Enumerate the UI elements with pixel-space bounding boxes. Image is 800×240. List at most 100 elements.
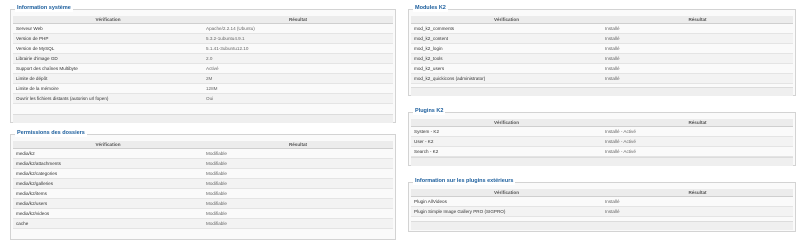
table-row: Limite de dépôt 2M [13,73,393,84]
system-info-title: Information système [15,5,73,12]
plugin-name: System - K2 [411,126,602,137]
check-result: 5.3.2-1ubuntu4.9.1 [203,33,393,44]
plugin-name: Plugin Simple Image Gallery PRO (SIGPRO) [411,206,602,217]
table-row: Support des chaînes Multibyte Activé [13,63,393,74]
check-label: Limite de dépôt [13,73,203,84]
folder-path: media/k2/users [13,198,203,209]
module-status: Installé [602,53,793,64]
plugin-name: Plugin AllVideos [411,196,602,207]
folder-status: Modifiable [203,168,393,179]
table-row: media/k2/users Modifiable [13,198,393,209]
external-plugins-table: Vérification Résultat Plugin AllVideos In… [411,189,793,217]
folder-status: Modifiable [203,148,393,159]
table-header-row: Vérification Résultat [411,119,793,127]
plugin-status: Installé - Activé [602,126,793,137]
folder-status: Modifiable [203,188,393,199]
table-row: Version de MySQL 5.1.41-3ubuntu12.10 [13,43,393,54]
check-label: Ouvrir les fichiers distants (autorisn u… [13,93,203,104]
table-row: media/k2/categories Modifiable [13,168,393,179]
table-row: Version de PHP 5.3.2-1ubuntu4.9.1 [13,33,393,44]
table-row: media/k2/videos Modifiable [13,208,393,219]
plugin-name: User - K2 [411,136,602,147]
folder-path: media/k2 [13,148,203,159]
check-result: Oui [203,93,393,104]
k2-modules-title: Modules K2 [413,5,448,12]
k2-plugins-title: Plugins K2 [413,108,446,115]
module-name: mod_k2_users [411,63,602,74]
folder-status: Modifiable [203,178,393,189]
folder-permissions-title: Permissions des dossiers [15,130,87,137]
check-result: 2M [203,73,393,84]
column-header-result: Résultat [203,16,393,24]
column-header-result: Résultat [602,189,793,197]
check-label: Version de MySQL [13,43,203,54]
table-row: mod_k2_login Installé [411,43,793,54]
module-name: mod_k2_quickicons (administrator) [411,73,602,84]
table-row: mod_k2_quickicons (administrator) Install… [411,73,793,84]
column-header-verification: Vérification [13,141,203,149]
check-result: Apache/2.2.14 (Ubuntu) [203,23,393,34]
table-footer [411,87,793,96]
check-result: 2.0 [203,53,393,64]
column-header-verification: Vérification [411,16,602,24]
folder-path: media/k2/videos [13,208,203,219]
plugin-name: Search - K2 [411,146,602,157]
column-header-result: Résultat [602,119,793,127]
table-row: mod_k2_tools Installé [411,53,793,64]
table-header-row: Vérification Résultat [13,141,393,149]
module-status: Installé [602,33,793,44]
module-name: mod_k2_login [411,43,602,54]
k2-plugins-panel: Plugins K2 Vérification Résultat System … [408,108,796,166]
k2-modules-table: Vérification Résultat mod_k2_comments Ins… [411,16,793,84]
table-row: mod_k2_comments Installé [411,23,793,34]
table-row: Ouvrir les fichiers distants (autorisn u… [13,93,393,104]
module-name: mod_k2_tools [411,53,602,64]
table-footer [13,114,393,123]
column-header-verification: Vérification [13,16,203,24]
table-header-row: Vérification Résultat [411,16,793,24]
plugin-status: Installé - Activé [602,136,793,147]
table-row: media/k2/attachments Modifiable [13,158,393,169]
table-row: mod_k2_users Installé [411,63,793,74]
external-plugins-panel: Information sur les plugins extérieurs V… [408,178,796,232]
module-status: Installé [602,63,793,74]
column-header-verification: Vérification [411,189,602,197]
folder-path: media/k2/galleries [13,178,203,189]
table-row: media/k2/galleries Modifiable [13,178,393,189]
module-status: Installé [602,43,793,54]
table-row: Search - K2 Installé - Activé [411,146,793,157]
table-header-row: Vérification Résultat [411,189,793,197]
folder-path: media/k2/items [13,188,203,199]
plugin-status: Installé [602,206,793,217]
folder-path: media/k2/attachments [13,158,203,169]
table-header-row: Vérification Résultat [13,16,393,24]
k2-modules-panel: Modules K2 Vérification Résultat mod_k2_… [408,5,796,96]
module-name: mod_k2_comments [411,23,602,34]
column-header-result: Résultat [602,16,793,24]
check-label: Version de PHP [13,33,203,44]
folder-permissions-panel: Permissions des dossiers Vérification Ré… [10,130,396,240]
system-info-panel: Information système Vérification Résulta… [10,5,396,123]
table-row: Plugin Simple Image Gallery PRO (SIGPRO)… [411,206,793,217]
folder-status: Modifiable [203,218,393,229]
table-row: Librairie d'image GD 2.0 [13,53,393,64]
table-row: System - K2 Installé - Activé [411,126,793,137]
table-row: media/k2 Modifiable [13,148,393,159]
k2-plugins-table: Vérification Résultat System - K2 Install… [411,119,793,157]
plugin-status: Installé - Activé [602,146,793,157]
table-row: media/k2/items Modifiable [13,188,393,199]
check-label: Serveur Web [13,23,203,34]
folder-status: Modifiable [203,198,393,209]
module-name: mod_k2_content [411,33,602,44]
check-result: 5.1.41-3ubuntu12.10 [203,43,393,54]
check-result: Activé [203,63,393,74]
table-row: Limite de la mémoire 128M [13,83,393,94]
module-status: Installé [602,23,793,34]
folder-permissions-table: Vérification Résultat media/k2 Modifiable… [13,141,393,229]
column-header-result: Résultat [203,141,393,149]
plugin-status: Installé [602,196,793,207]
table-row: Plugin AllVideos Installé [411,196,793,207]
table-row: User - K2 Installé - Activé [411,136,793,147]
external-plugins-title: Information sur les plugins extérieurs [413,178,516,185]
system-info-table: Vérification Résultat Serveur Web Apache/… [13,16,393,104]
